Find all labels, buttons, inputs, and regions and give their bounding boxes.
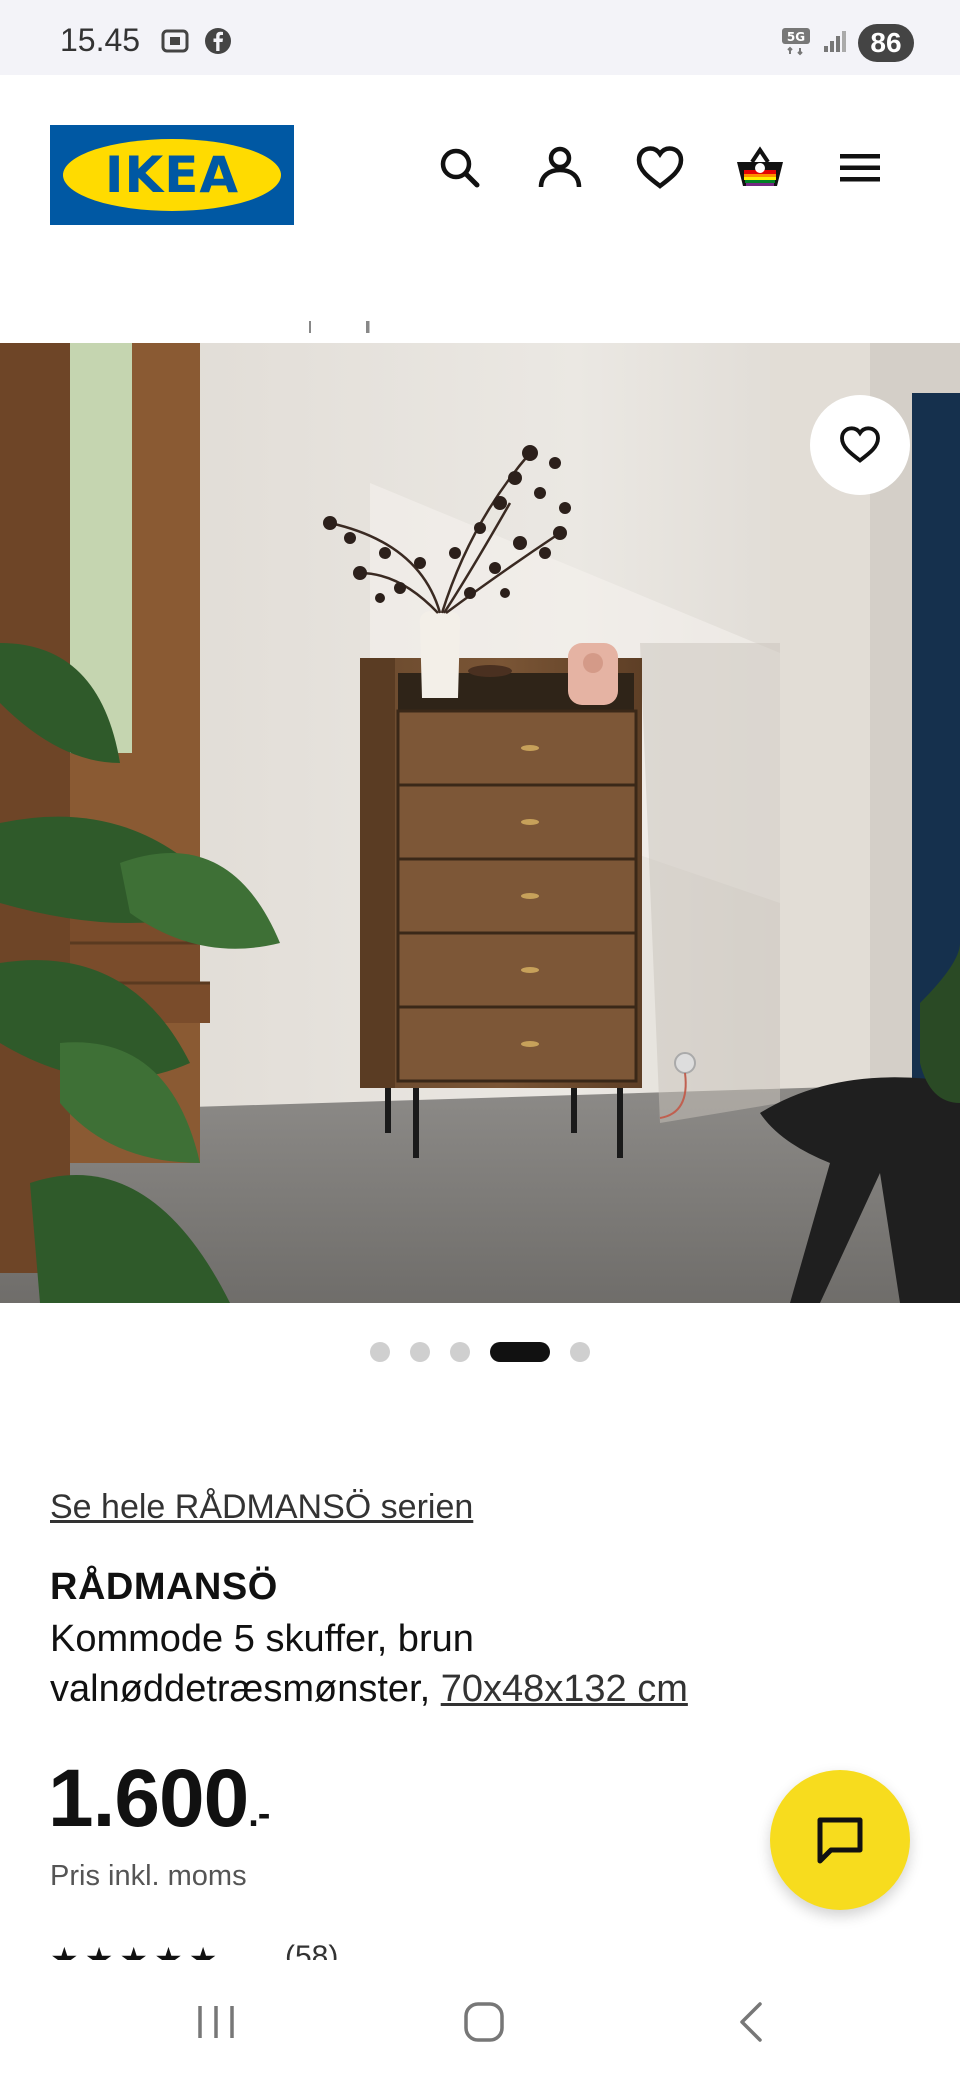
cart-icon[interactable]	[732, 140, 788, 196]
system-navigation-bar	[0, 1960, 960, 2080]
product-price: 1.600.-	[48, 1752, 270, 1846]
product-image[interactable]	[0, 343, 960, 1303]
product-description-material: valnøddetræsmønster,	[50, 1668, 431, 1710]
search-icon[interactable]	[432, 140, 488, 196]
heart-icon[interactable]	[632, 140, 688, 196]
screenshot-icon	[161, 29, 189, 53]
home-icon[interactable]	[460, 1998, 508, 2046]
product-description-line1: Kommode 5 skuffer, brun	[50, 1618, 474, 1660]
series-link[interactable]: Se hele RÅDMANSÖ serien	[50, 1488, 473, 1527]
network-5g-icon: 5G	[782, 28, 810, 56]
carousel-dot-2[interactable]	[410, 1342, 430, 1362]
product-description-line2: valnøddetræsmønster, 70x48x132 cm	[50, 1668, 688, 1711]
rating[interactable]: ★★★★★ (58)	[50, 1930, 450, 1960]
signal-icon	[824, 31, 846, 52]
price-note: Pris inkl. moms	[50, 1860, 247, 1892]
battery-indicator: 86	[858, 24, 914, 62]
price-value: 1.600	[48, 1753, 249, 1844]
clipped-breadcrumb	[0, 315, 960, 343]
carousel-dot-3[interactable]	[450, 1342, 470, 1362]
menu-icon[interactable]	[832, 140, 888, 196]
carousel-indicator	[0, 1340, 960, 1364]
carousel-dot-4-active[interactable]	[490, 1342, 550, 1362]
carousel-dot-5[interactable]	[570, 1342, 590, 1362]
site-header: IKEA	[0, 75, 960, 343]
dresser-scene-illustration	[0, 343, 960, 1303]
product-name: RÅDMANSÖ	[50, 1566, 278, 1608]
back-icon[interactable]	[730, 1998, 778, 2046]
heart-icon	[840, 426, 880, 463]
status-time: 15.45	[60, 22, 141, 58]
account-icon[interactable]	[532, 140, 588, 196]
save-favourite-button[interactable]	[810, 395, 910, 495]
chat-icon	[817, 1817, 863, 1864]
status-bar: 15.45 5G 86	[0, 0, 960, 75]
ikea-logo[interactable]: IKEA	[50, 125, 294, 225]
carousel-dot-1[interactable]	[370, 1342, 390, 1362]
price-suffix: .-	[248, 1793, 270, 1835]
rating-count: (58)	[285, 1940, 339, 1960]
network-label: 5G	[787, 30, 805, 44]
rating-stars: ★★★★★	[50, 1941, 224, 1960]
facebook-icon	[205, 28, 231, 54]
product-dimensions-link[interactable]: 70x48x132 cm	[441, 1668, 688, 1710]
recents-icon[interactable]	[192, 1998, 240, 2046]
chat-button[interactable]	[770, 1770, 910, 1910]
